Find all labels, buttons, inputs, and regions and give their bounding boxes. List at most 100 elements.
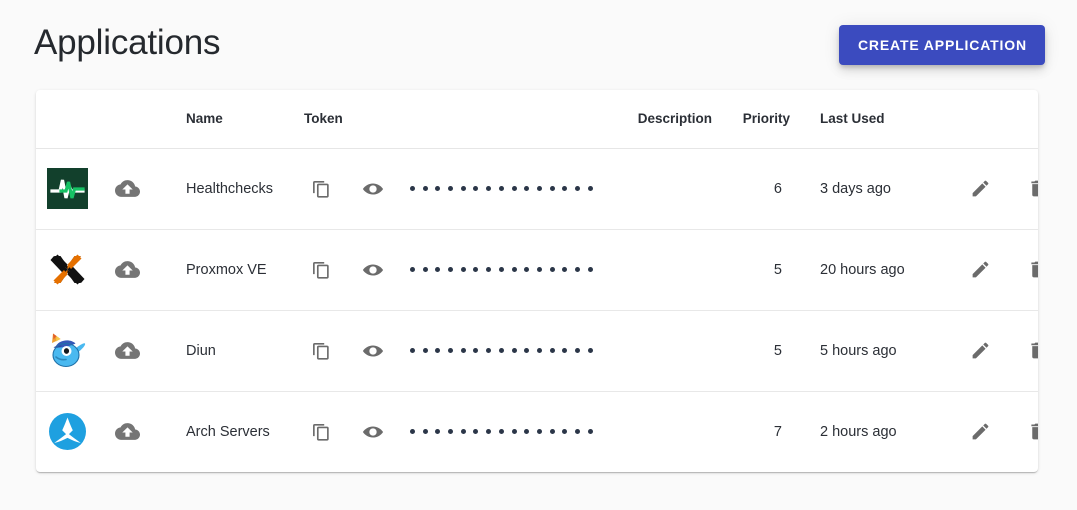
eye-icon[interactable] [356, 172, 390, 206]
token-dot [448, 267, 454, 272]
token-dot [549, 348, 555, 353]
trash-icon[interactable] [1020, 253, 1038, 287]
token-dot [410, 348, 415, 353]
eye-icon[interactable] [356, 253, 390, 287]
token-dot [511, 186, 517, 191]
edit-cell [954, 148, 1006, 230]
column-header-edit [954, 90, 1006, 149]
token-dot [511, 267, 517, 272]
cloud-upload-icon[interactable] [110, 253, 144, 287]
application-name-cell: Diun [170, 310, 304, 392]
token-dot [410, 429, 415, 435]
token-dot [549, 186, 555, 191]
column-header-priority: Priority [728, 90, 812, 149]
token-dot [435, 267, 441, 272]
token-dot [473, 186, 479, 191]
token-dot [460, 186, 466, 191]
token-dot [473, 348, 479, 353]
copy-icon[interactable] [304, 253, 338, 287]
upload-cell [98, 391, 170, 472]
upload-cell [98, 310, 170, 392]
token-dot [422, 429, 428, 435]
arch-linux-logo [47, 411, 88, 452]
page-header: Applications CREATE APPLICATION [0, 0, 1077, 90]
table-row: Arch Servers 7 2 hours ago [36, 391, 1038, 472]
token-dot [524, 429, 530, 435]
token-dot [410, 267, 415, 272]
token-dot [486, 186, 492, 191]
pencil-icon[interactable] [963, 334, 997, 368]
last-used-cell: 3 days ago [812, 148, 954, 230]
delete-cell [1006, 229, 1038, 311]
copy-icon[interactable] [304, 415, 338, 449]
application-logo-cell [36, 391, 98, 472]
column-header-description: Description [610, 90, 728, 149]
column-header-logo [36, 90, 98, 149]
cloud-upload-icon[interactable] [110, 334, 144, 368]
token-masked-value [410, 341, 593, 361]
token-dot [536, 186, 542, 191]
trash-icon[interactable] [1020, 334, 1038, 368]
token-dot [422, 267, 428, 272]
description-cell [610, 148, 728, 230]
token-dot [574, 186, 580, 191]
column-header-upload [98, 90, 170, 149]
table-header: Name Token Description Priority Last Use… [36, 90, 1038, 149]
pencil-icon[interactable] [963, 253, 997, 287]
token-dot [549, 267, 555, 272]
pencil-icon[interactable] [963, 415, 997, 449]
token-masked-value [410, 260, 593, 280]
trash-icon[interactable] [1020, 172, 1038, 206]
token-dot [448, 429, 454, 435]
applications-page: Applications CREATE APPLICATION Name Tok… [0, 0, 1077, 510]
upload-cell [98, 229, 170, 311]
token-dot [486, 267, 492, 272]
application-logo-cell [36, 310, 98, 392]
token-dot [587, 348, 593, 353]
token-dot [562, 348, 568, 353]
token-dot [448, 348, 454, 353]
token-dot [524, 186, 530, 191]
last-used-cell: 20 hours ago [812, 229, 954, 311]
priority-cell: 7 [773, 423, 782, 440]
token-dot [435, 348, 441, 353]
token-dot [498, 186, 504, 191]
token-dot [473, 429, 479, 435]
cloud-upload-icon[interactable] [110, 415, 144, 449]
token-dot [460, 429, 466, 435]
token-dot [410, 186, 415, 191]
pencil-icon[interactable] [963, 172, 997, 206]
column-header-last-used: Last Used [812, 90, 954, 149]
table-row: Healthchecks 6 3 days ago [36, 148, 1038, 230]
last-used-cell: 5 hours ago [812, 310, 954, 392]
create-application-button[interactable]: CREATE APPLICATION [838, 24, 1045, 66]
applications-card: Name Token Description Priority Last Use… [36, 90, 1038, 472]
token-dot [435, 429, 441, 435]
copy-icon[interactable] [304, 172, 338, 206]
trash-icon[interactable] [1020, 415, 1038, 449]
edit-cell [954, 229, 1006, 311]
token-masked-value [410, 422, 593, 442]
token-dot [460, 348, 466, 353]
last-used-cell: 2 hours ago [820, 423, 897, 440]
token-dot [536, 267, 542, 272]
token-cell [304, 310, 610, 392]
token-dot [498, 267, 504, 272]
table-row: Diun 5 5 hours ago [36, 310, 1038, 392]
token-dot [460, 267, 466, 272]
token-dot [498, 429, 504, 435]
cloud-upload-icon[interactable] [110, 172, 144, 206]
token-dot [536, 348, 542, 353]
diun-logo [47, 330, 88, 371]
eye-icon[interactable] [356, 334, 390, 368]
token-dot [511, 348, 517, 353]
eye-icon[interactable] [356, 415, 390, 449]
token-dot [524, 348, 530, 353]
edit-cell [954, 391, 1006, 472]
description-cell [610, 229, 728, 311]
copy-icon[interactable] [304, 334, 338, 368]
table-body: Healthchecks 6 3 days ago Proxmox VE 5 2… [36, 148, 1038, 472]
token-dot [587, 429, 593, 435]
token-dot [587, 186, 593, 191]
token-dot [562, 267, 568, 272]
